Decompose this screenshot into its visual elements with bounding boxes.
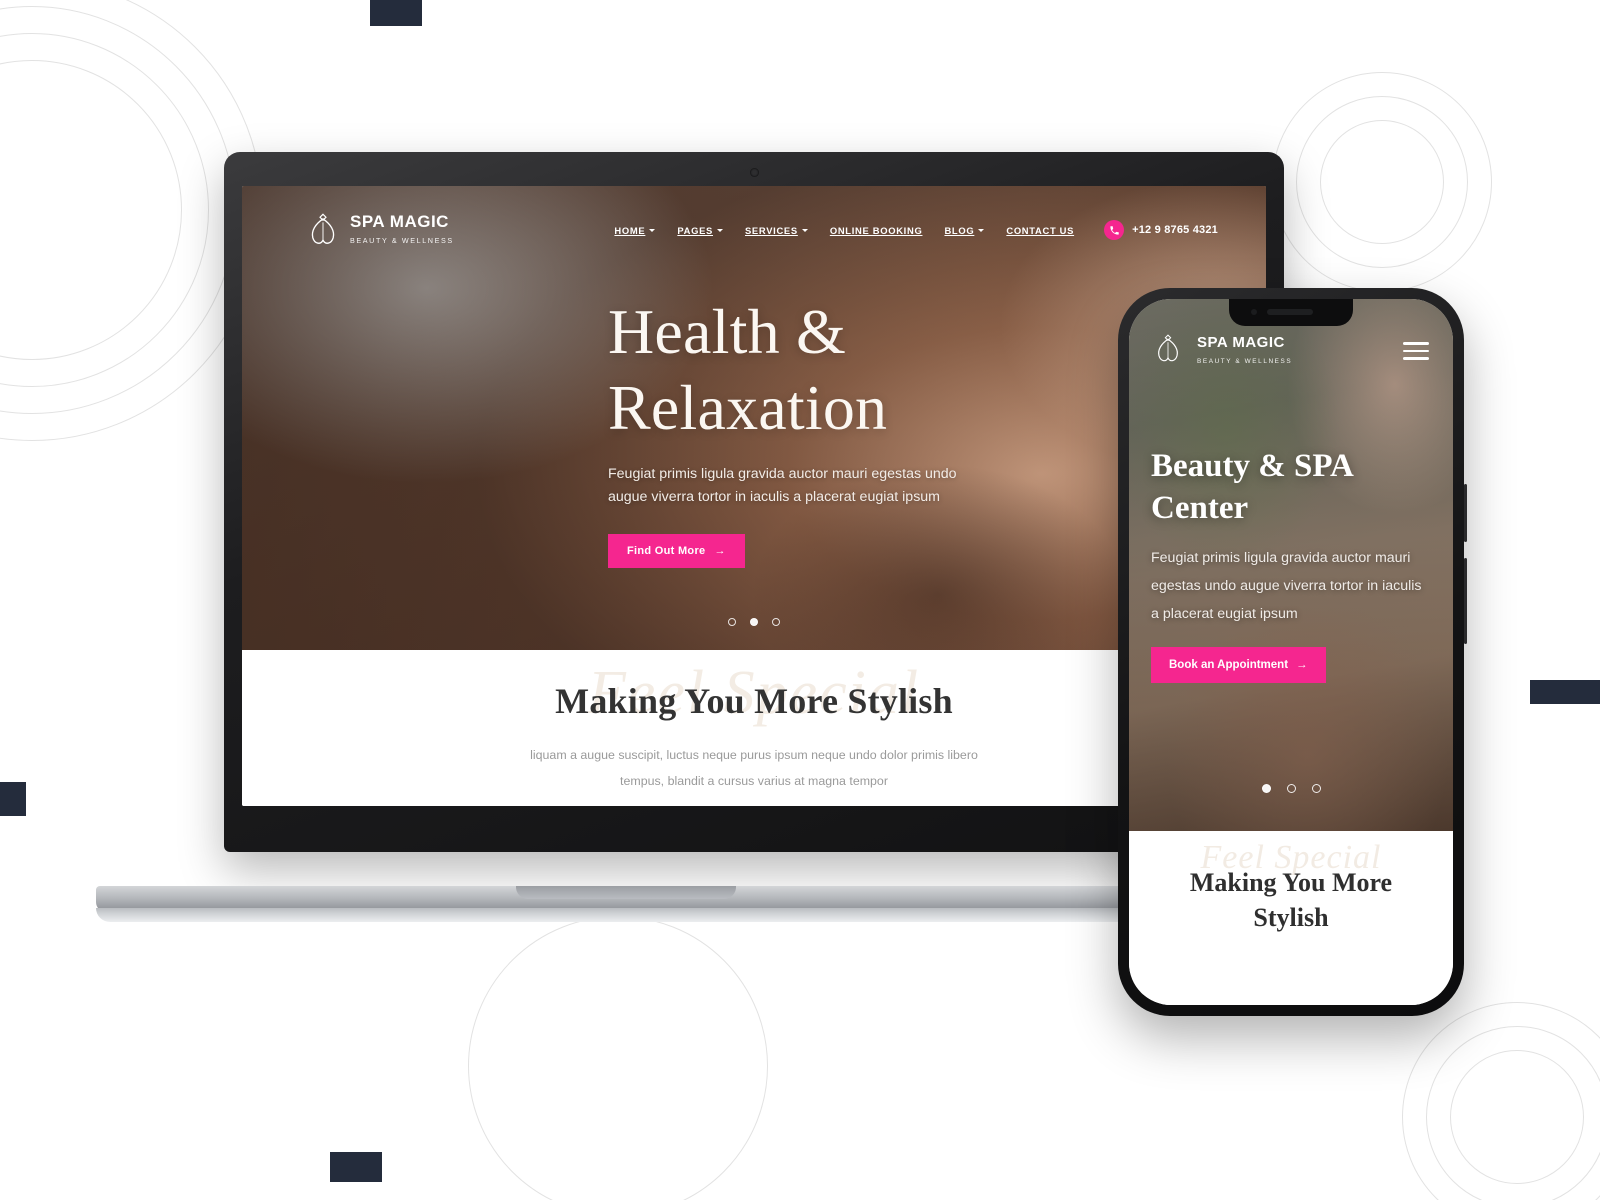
lotus-icon [1153, 333, 1187, 369]
chevron-down-icon [716, 228, 723, 232]
nav-label: SERVICES [744, 224, 798, 236]
laptop-camera-icon [749, 168, 759, 177]
decor-ring [1402, 1002, 1600, 1200]
slider-dot-active[interactable] [1261, 784, 1271, 793]
desktop-stylish-section: Feel Special Making You More Stylish liq… [242, 650, 1266, 806]
lotus-icon [306, 212, 340, 248]
header-phone[interactable]: +12 9 8765 4321 [1104, 220, 1218, 240]
mockup-canvas: SPA MAGIC BEAUTY & WELLNESS HOME PAGES S… [0, 0, 1600, 1200]
front-camera-icon [1251, 309, 1257, 315]
find-out-more-button[interactable]: Find Out More → [608, 533, 745, 568]
decor-square [330, 1152, 382, 1182]
laptop-base-foot [96, 908, 1156, 922]
nav-item-home[interactable]: HOME [614, 224, 656, 236]
laptop-base-notch [516, 886, 736, 899]
decor-ring [1320, 120, 1444, 244]
hero-heading-line1: Beauty & SPA [1151, 448, 1354, 484]
brand-name: SPA MAGIC [1197, 334, 1285, 351]
mobile-hero-heading: Beauty & SPA Center [1151, 445, 1431, 529]
desktop-slider-dots [242, 618, 1266, 626]
hero-heading-line2: Relaxation [608, 371, 888, 443]
button-label: Book an Appointment [1169, 658, 1289, 671]
section-heading-line1: Making You More [1189, 868, 1393, 897]
nav-label: CONTACT US [1006, 224, 1075, 236]
mobile-hero-copy: Beauty & SPA Center Feugiat primis ligul… [1129, 369, 1453, 683]
arrow-right-icon: → [714, 544, 726, 557]
phone-mockup: SPA MAGIC BEAUTY & WELLNESS Beauty & SPA… [1118, 288, 1467, 1016]
slider-dot-active[interactable] [750, 618, 758, 626]
brand-tagline: BEAUTY & WELLNESS [1197, 358, 1293, 365]
decor-ring [1296, 96, 1468, 268]
nav-item-online-booking[interactable]: ONLINE BOOKING [830, 225, 923, 236]
slider-dot[interactable] [1311, 784, 1321, 793]
nav-item-blog[interactable]: BLOG [944, 224, 985, 236]
slider-dot[interactable] [772, 618, 780, 626]
section-paragraph-line1: liquam a augue suscipit, luctus neque pu… [530, 748, 978, 762]
phone-volume-button[interactable] [1464, 484, 1467, 542]
brand-tagline: BEAUTY & WELLNESS [350, 236, 454, 245]
slider-dot[interactable] [1286, 784, 1296, 793]
chevron-down-icon [649, 228, 656, 232]
nav-label: BLOG [944, 224, 975, 236]
slider-dot[interactable] [728, 618, 736, 626]
phone-screen: SPA MAGIC BEAUTY & WELLNESS Beauty & SPA… [1129, 299, 1453, 1005]
chevron-down-icon [801, 228, 808, 232]
section-heading-line2: Stylish [1253, 903, 1329, 933]
arrow-right-icon: → [1296, 658, 1308, 671]
brand-logo-mobile[interactable]: SPA MAGIC BEAUTY & WELLNESS [1153, 333, 1292, 369]
earpiece-speaker-icon [1267, 309, 1313, 315]
nav-label: HOME [614, 224, 646, 236]
phone-call-icon [1104, 220, 1125, 240]
mobile-slider-dots [1129, 784, 1453, 793]
brand-logo[interactable]: SPA MAGIC BEAUTY & WELLNESS [306, 212, 454, 248]
mobile-section-heading: Making You More Stylish [1129, 865, 1453, 935]
book-appointment-button[interactable]: Book an Appointment → [1151, 646, 1326, 683]
decor-square [1530, 680, 1600, 704]
laptop-mockup: SPA MAGIC BEAUTY & WELLNESS HOME PAGES S… [96, 152, 1284, 922]
laptop-screen: SPA MAGIC BEAUTY & WELLNESS HOME PAGES S… [242, 186, 1266, 806]
phone-number: +12 9 8765 4321 [1132, 224, 1218, 236]
hero-heading-line2: Center [1151, 490, 1249, 527]
decor-square [0, 782, 26, 816]
desktop-hero-paragraph: Feugiat primis ligula gravida auctor mau… [608, 466, 957, 506]
hero-heading-line1: Health & [608, 296, 846, 367]
nav-label: ONLINE BOOKING [829, 224, 923, 236]
nav-label: PAGES [677, 224, 713, 236]
desktop-section-heading: Making You More Stylish [555, 681, 953, 721]
chevron-down-icon [978, 228, 985, 232]
nav-item-pages[interactable]: PAGES [677, 225, 723, 236]
section-paragraph-line2: tempus, blandit a cursus varius at magna… [620, 774, 888, 789]
brand-name: SPA MAGIC [350, 212, 449, 231]
nav-item-services[interactable]: SERVICES [745, 225, 808, 236]
desktop-nav-menu: HOME PAGES SERVICES ONLINE BOOKING BLOG … [614, 220, 1218, 240]
decor-square [370, 0, 422, 26]
decor-ring [1426, 1026, 1600, 1200]
nav-item-contact-us[interactable]: CONTACT US [1006, 225, 1074, 236]
phone-notch [1229, 299, 1353, 326]
hamburger-menu-icon[interactable] [1403, 342, 1429, 360]
desktop-hero-section: SPA MAGIC BEAUTY & WELLNESS HOME PAGES S… [242, 186, 1266, 650]
desktop-hero-copy: Health & Relaxation Feugiat primis ligul… [242, 248, 1266, 568]
decor-ring [1272, 72, 1492, 292]
mobile-hero-section: SPA MAGIC BEAUTY & WELLNESS Beauty & SPA… [1129, 299, 1453, 831]
mobile-stylish-section: Feel Special Making You More Stylish [1129, 831, 1453, 1005]
button-label: Find Out More [627, 544, 706, 557]
decor-ring [1450, 1050, 1584, 1184]
desktop-navbar: SPA MAGIC BEAUTY & WELLNESS HOME PAGES S… [242, 186, 1266, 248]
mobile-hero-paragraph: Feugiat primis ligula gravida auctor mau… [1151, 550, 1422, 622]
decor-ring [468, 916, 768, 1200]
phone-power-button[interactable] [1464, 558, 1467, 644]
desktop-section-paragraph: liquam a augue suscipit, luctus neque pu… [242, 742, 1266, 794]
